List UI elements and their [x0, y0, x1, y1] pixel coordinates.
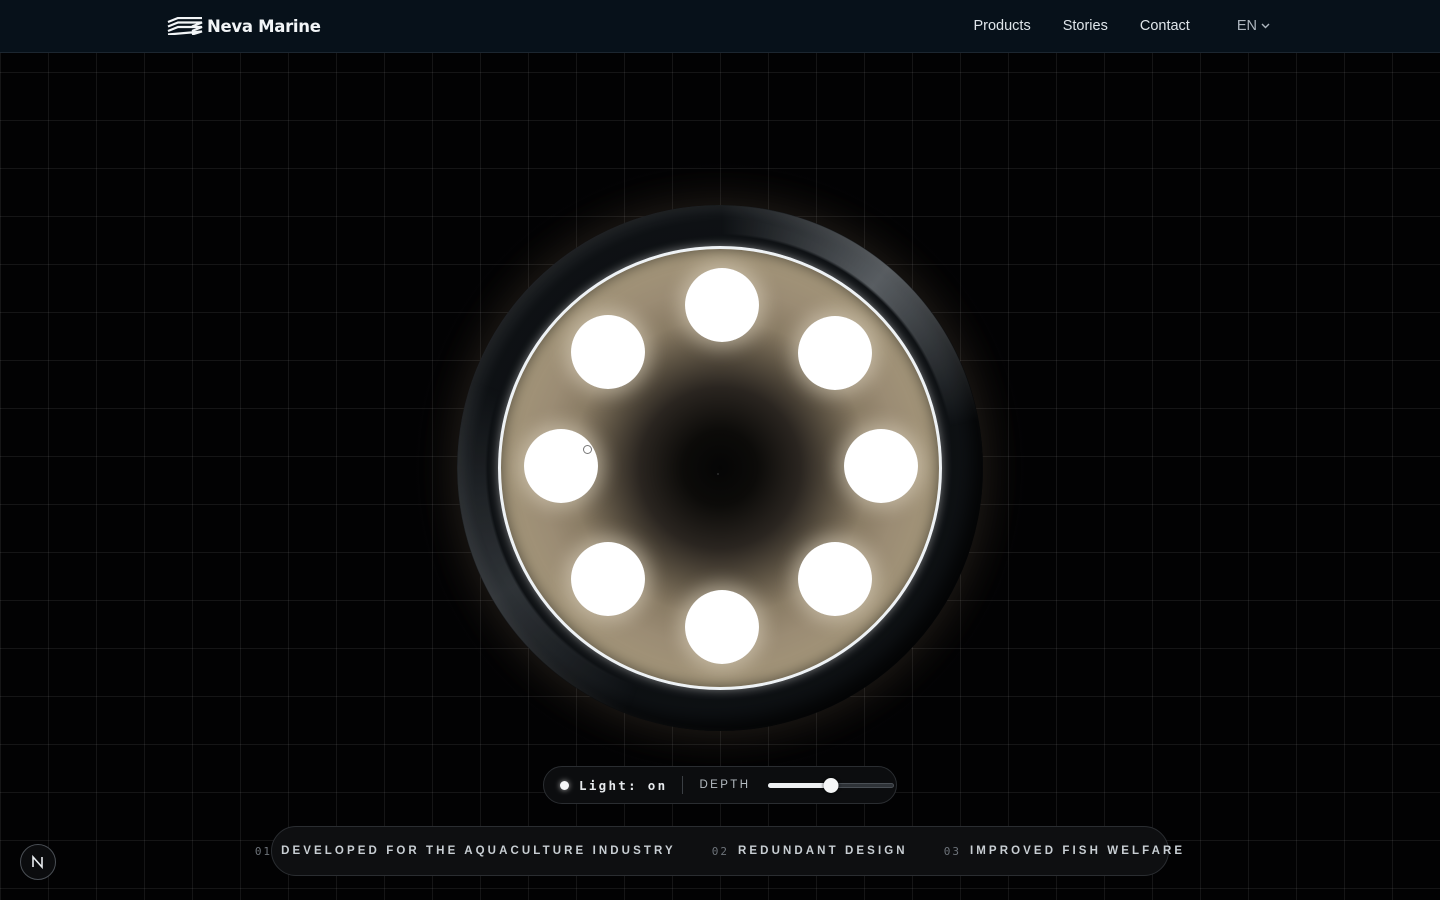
nav-link-contact[interactable]: Contact: [1140, 18, 1190, 34]
nav-link-stories[interactable]: Stories: [1063, 18, 1108, 34]
top-navigation-bar: Neva Marine Products Stories Contact EN: [0, 0, 1440, 53]
feature-number: 01: [254, 844, 273, 858]
light-indicator-dot: [560, 780, 569, 790]
led-light: [571, 542, 645, 616]
led-light: [571, 315, 645, 389]
brand-name: Neva Marine: [207, 16, 321, 36]
wave-stripes-logo-icon: [167, 17, 203, 35]
feature-item[interactable]: 03 IMPROVED FISH WELFARE: [944, 845, 1186, 858]
led-light: [798, 542, 872, 616]
lamp-controls: Light: on DEPTH: [543, 766, 897, 804]
language-selector[interactable]: EN: [1237, 18, 1270, 34]
led-light: [685, 268, 759, 342]
light-status-label: Light: on: [579, 777, 668, 793]
feature-item[interactable]: 01 DEVELOPED FOR THE AQUACULTURE INDUSTR…: [255, 845, 676, 858]
led-light: [685, 590, 759, 664]
main-nav: Products Stories Contact EN: [941, 0, 1270, 52]
feature-label: IMPROVED FISH WELFARE: [969, 845, 1186, 857]
feature-list: 01 DEVELOPED FOR THE AQUACULTURE INDUSTR…: [255, 826, 1182, 876]
led-light: [524, 429, 598, 503]
feature-label: DEVELOPED FOR THE AQUACULTURE INDUSTRY: [281, 845, 676, 857]
divider: [682, 776, 684, 794]
lamp-center: [717, 473, 719, 475]
depth-label: DEPTH: [699, 779, 751, 791]
n-letter-icon: [32, 854, 43, 870]
nav-link-products[interactable]: Products: [973, 18, 1030, 34]
feature-item[interactable]: 02 REDUNDANT DESIGN: [712, 845, 908, 858]
light-toggle[interactable]: Light: on: [560, 778, 667, 793]
language-code: EN: [1236, 18, 1257, 34]
feature-number: 02: [711, 844, 729, 858]
chevron-down-icon: [1261, 23, 1270, 29]
brand-logo[interactable]: Neva Marine: [167, 13, 321, 39]
depth-slider[interactable]: [768, 778, 895, 793]
feature-number: 03: [943, 844, 961, 858]
n-badge-button[interactable]: [20, 844, 56, 880]
cursor-ring: [583, 445, 592, 454]
led-light: [798, 316, 872, 390]
led-light: [844, 429, 918, 503]
slider-fill: [768, 783, 832, 788]
slider-thumb[interactable]: [823, 778, 839, 793]
feature-label: REDUNDANT DESIGN: [737, 845, 908, 857]
